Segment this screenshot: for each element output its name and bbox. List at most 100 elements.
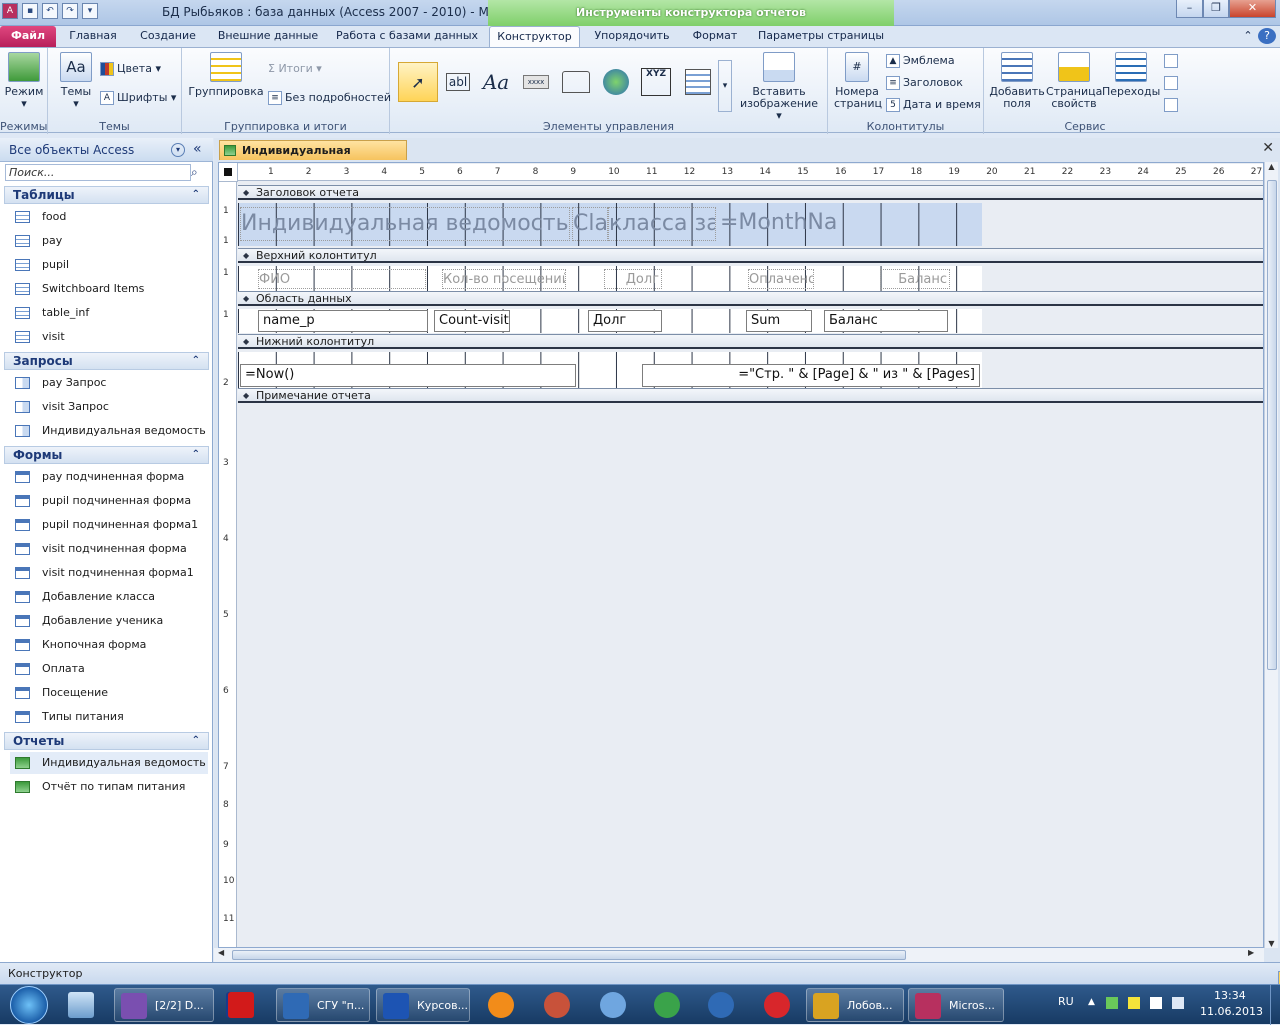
sum-textbox[interactable]: Sum (746, 310, 812, 332)
subform-icon[interactable] (1164, 54, 1178, 68)
start-button[interactable] (4, 985, 54, 1025)
nav-item[interactable]: table_inf (10, 302, 208, 324)
title-button[interactable]: ≡ Заголовок (886, 76, 963, 90)
tab-home[interactable]: Главная (62, 26, 124, 47)
nav-search-input[interactable]: Поиск... (5, 164, 191, 181)
help-icon[interactable]: ? (1258, 28, 1276, 44)
select-pointer-icon[interactable]: ➚ (398, 62, 438, 102)
class-for-label[interactable]: класса за (608, 207, 716, 241)
minimize-button[interactable]: – (1176, 0, 1203, 18)
month-name-field[interactable]: =MonthNa (720, 207, 840, 241)
close-document-icon[interactable]: ✕ (1262, 140, 1274, 156)
date-time-button[interactable]: 5 Дата и время (886, 98, 981, 112)
debt-textbox[interactable]: Долг (588, 310, 662, 332)
taskbar-pinned-app[interactable] (588, 988, 638, 1022)
insert-image-button[interactable]: Вставить изображение ▾ (736, 52, 822, 122)
now-textbox[interactable]: =Now() (240, 364, 576, 387)
display-icon[interactable] (1150, 997, 1162, 1009)
scroll-up-icon[interactable]: ▲ (1265, 162, 1278, 171)
redo-icon[interactable]: ↷ (62, 3, 78, 19)
nav-item[interactable]: pay подчиненная форма (10, 466, 208, 488)
taskbar-window-button[interactable]: [2/2] D... (114, 988, 214, 1022)
grouping-button[interactable]: Группировка (188, 52, 264, 98)
view-code-icon[interactable] (1164, 76, 1178, 90)
class-field[interactable]: Cla (572, 207, 608, 241)
taskbar-pinned-app[interactable] (752, 988, 802, 1022)
debt-label[interactable]: Долг (604, 269, 662, 289)
nav-item[interactable]: Индивидуальная ведомость (10, 420, 208, 442)
taskbar-window-button[interactable]: СГУ "п... (276, 988, 370, 1022)
volume-icon[interactable] (1172, 997, 1184, 1009)
save-icon[interactable]: ▪ (22, 3, 38, 19)
band-page-footer[interactable]: Нижний колонтитул (238, 334, 1263, 349)
taskbar-window-button[interactable]: Лобов... (806, 988, 904, 1022)
label-control-icon[interactable]: Aa (478, 64, 514, 100)
nav-item[interactable]: pupil подчиненная форма (10, 490, 208, 512)
visits-count-label[interactable]: Кол-во посещений (442, 269, 566, 289)
band-detail[interactable]: Область данных (238, 291, 1263, 306)
balance-textbox[interactable]: Баланс (824, 310, 948, 332)
convert-macros-icon[interactable] (1164, 98, 1178, 112)
collapse-nav-icon[interactable]: « (193, 141, 202, 157)
more-controls-button[interactable]: ▾ (718, 60, 732, 112)
nav-item[interactable]: pupil подчиненная форма1 (10, 514, 208, 536)
nav-item[interactable]: Типы питания (10, 706, 208, 728)
balance-label[interactable]: Баланс (880, 269, 950, 289)
name-p-textbox[interactable]: name_p (258, 310, 428, 332)
show-hidden-icons-icon[interactable]: ▲ (1088, 997, 1095, 1007)
undo-icon[interactable]: ↶ (42, 3, 58, 19)
fio-label[interactable]: ФИО (258, 269, 426, 289)
nav-category-queries[interactable]: Запросы ⌃ (4, 352, 209, 370)
report-selector[interactable] (219, 163, 238, 182)
show-desktop-button[interactable] (1270, 985, 1280, 1025)
nav-menu-chevron-icon[interactable]: ▾ (171, 143, 185, 157)
button-control-icon[interactable]: xxxx (518, 64, 554, 100)
nav-item[interactable]: visit подчиненная форма (10, 538, 208, 560)
taskbar-window-button[interactable] (222, 988, 262, 1022)
tab-arrange[interactable]: Упорядочить (586, 26, 678, 47)
band-report-header[interactable]: Заголовок отчета (238, 185, 1263, 200)
mode-button[interactable]: Режим ▾ (4, 52, 44, 110)
nav-item[interactable]: Кнопочная форма (10, 634, 208, 656)
chart-control-icon[interactable]: XYZ (638, 64, 674, 100)
nav-item[interactable]: Посещение (10, 682, 208, 704)
nav-item[interactable]: pay Запрос (10, 372, 208, 394)
page-numbers-button[interactable]: # Номера страниц (834, 52, 882, 110)
tab-create[interactable]: Создание (134, 26, 202, 47)
tab-external-data[interactable]: Внешние данные (214, 26, 322, 47)
close-button[interactable]: ✕ (1229, 0, 1276, 18)
collapse-category-chevron-icon[interactable]: ⌃ (192, 353, 200, 369)
tab-page-setup[interactable]: Параметры страницы (754, 26, 888, 47)
nav-item[interactable]: visit Запрос (10, 396, 208, 418)
restore-button[interactable]: ❐ (1203, 0, 1229, 18)
nav-item[interactable]: Индивидуальная ведомость (10, 752, 208, 774)
taskbar-window-button[interactable]: Micros... (908, 988, 1004, 1022)
vertical-scrollbar[interactable]: ▲ ▼ (1264, 162, 1278, 948)
taskbar-pinned-app[interactable] (532, 988, 582, 1022)
add-fields-button[interactable]: Добавить поля (988, 52, 1046, 110)
line-list-control-icon[interactable] (680, 64, 716, 100)
nav-item[interactable]: food (10, 206, 208, 228)
tab-database-tools[interactable]: Работа с базами данных (332, 26, 482, 47)
collapse-category-chevron-icon[interactable]: ⌃ (192, 447, 200, 463)
flag-icon[interactable] (1128, 997, 1140, 1009)
tab-order-button[interactable]: Переходы (1102, 52, 1160, 98)
vertical-scroll-thumb[interactable] (1267, 180, 1277, 670)
language-indicator[interactable]: RU (1058, 995, 1074, 1008)
nav-item[interactable]: visit подчиненная форма1 (10, 562, 208, 584)
customize-qat-icon[interactable]: ▾ (82, 3, 98, 19)
tab-file[interactable]: Файл (0, 26, 56, 47)
textbox-control-icon[interactable]: abl (440, 64, 476, 100)
minimize-ribbon-icon[interactable]: ⌃ (1240, 26, 1256, 47)
scroll-down-icon[interactable]: ▼ (1265, 939, 1278, 948)
band-report-footer[interactable]: Примечание отчета (238, 388, 1263, 403)
taskbar-pinned-app[interactable] (642, 988, 692, 1022)
hyperlink-control-icon[interactable] (598, 64, 634, 100)
nav-item[interactable]: Оплата (10, 658, 208, 680)
nav-item[interactable]: Добавление ученика (10, 610, 208, 632)
nav-category-reports[interactable]: Отчеты ⌃ (4, 732, 209, 750)
nav-item[interactable]: Отчёт по типам питания (10, 776, 208, 798)
horizontal-scroll-thumb[interactable] (232, 950, 906, 960)
band-page-header[interactable]: Верхний колонтитул (238, 248, 1263, 263)
nav-pane-header[interactable]: Все объекты Access ▾ « (0, 138, 213, 162)
